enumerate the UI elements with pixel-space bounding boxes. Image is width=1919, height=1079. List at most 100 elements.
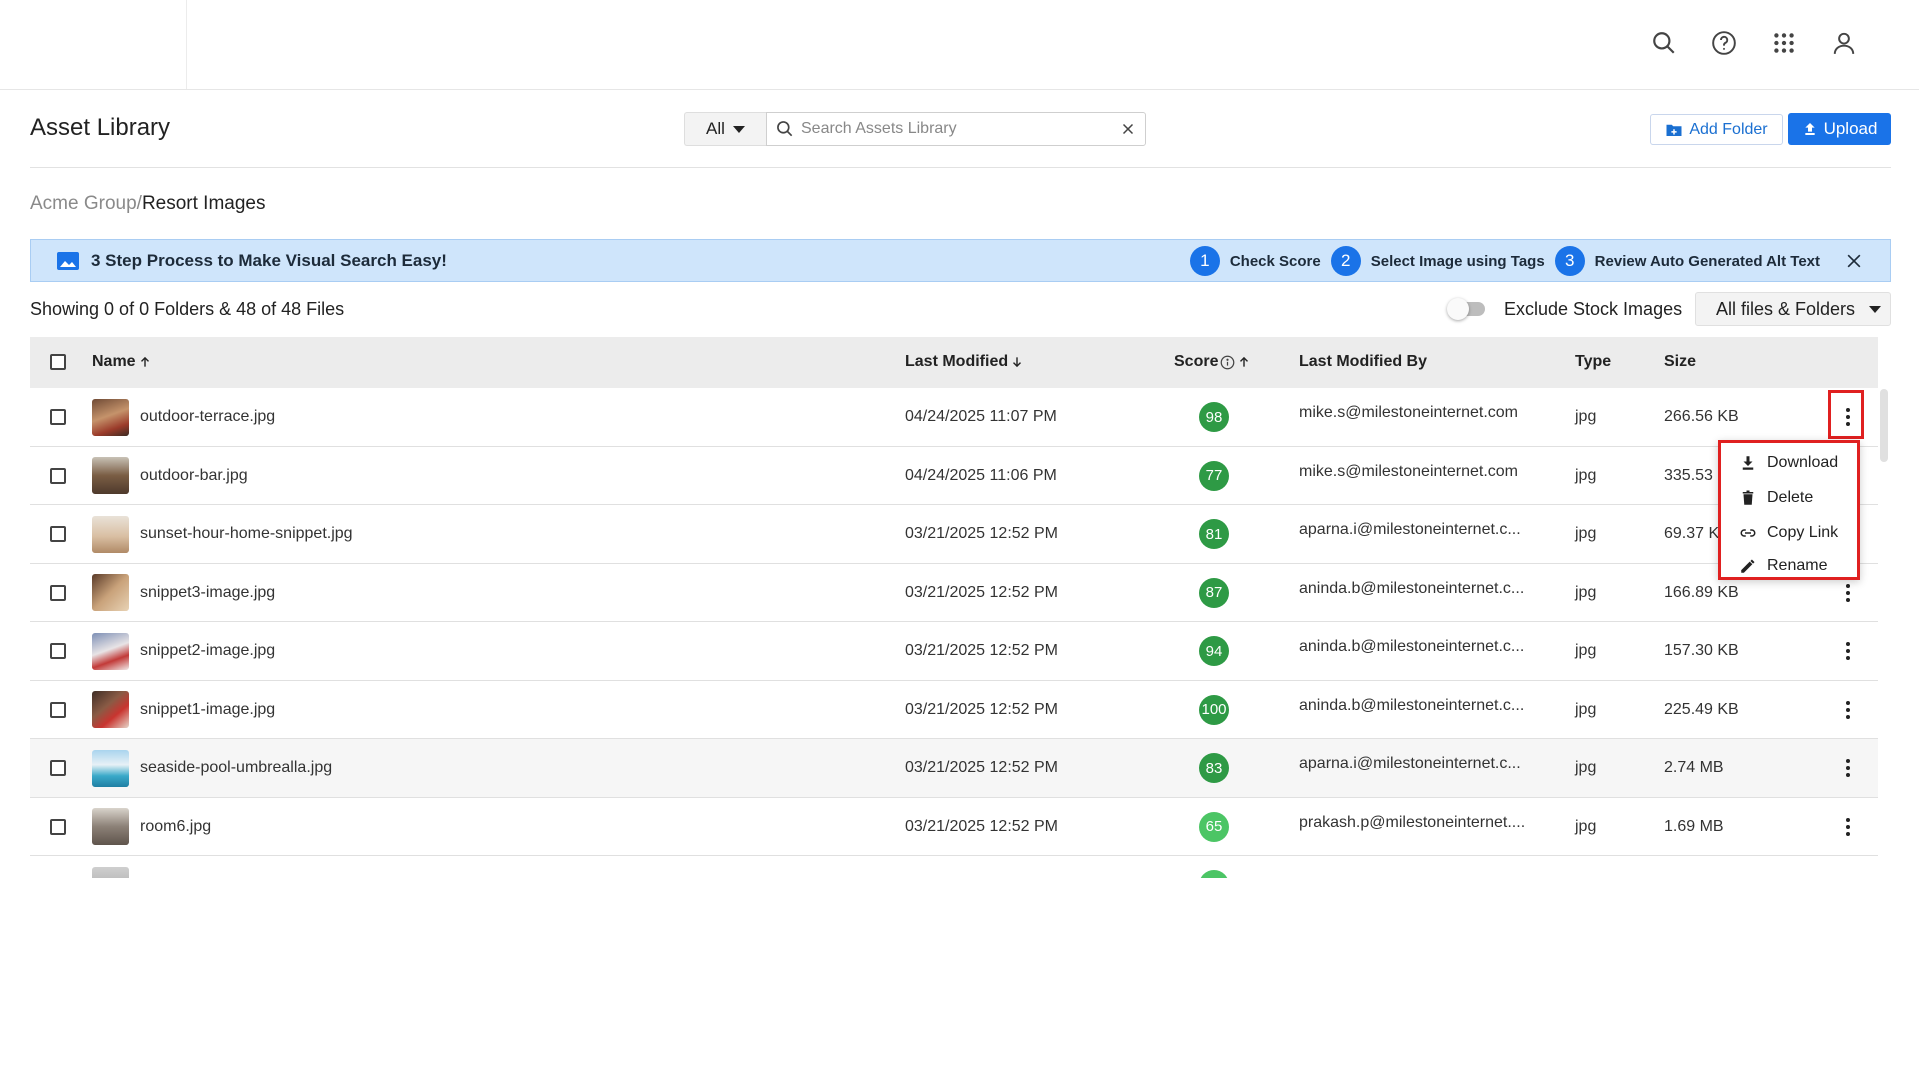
help-icon[interactable] [1709, 28, 1739, 58]
file-name[interactable]: room6.jpg [140, 798, 211, 856]
table-row[interactable]: outdoor-terrace.jpg 04/24/2025 11:07 PM … [30, 388, 1878, 447]
breadcrumb-current: Resort Images [141, 193, 266, 214]
table-header: Name Last Modified Score Last Modified B… [30, 337, 1878, 388]
user-icon[interactable] [1829, 28, 1859, 58]
row-checkbox[interactable] [50, 739, 66, 797]
menu-item-download[interactable]: Download [1721, 445, 1857, 480]
file-name[interactable]: snippet1-image.jpg [140, 681, 275, 739]
arrow-down-icon [1013, 357, 1022, 368]
table-row[interactable]: room6.jpg 03/21/2025 12:52 PM 65 prakash… [30, 798, 1878, 856]
row-context-menu: Download Delete Copy Link Rename [1718, 440, 1860, 580]
row-menu-icon[interactable] [1844, 739, 1852, 797]
step-1-label: Check Score [1229, 252, 1321, 270]
row-checkbox[interactable] [50, 681, 66, 739]
title-row: Asset Library All Add Folder Upload [30, 112, 1891, 168]
file-filter-value: All files & Folders [1716, 298, 1856, 319]
search-filter-select[interactable]: All [684, 112, 766, 146]
row-checkbox[interactable] [50, 447, 66, 505]
thumbnail[interactable] [92, 798, 129, 856]
table-row[interactable]: outdoor-bar.jpg 04/24/2025 11:06 PM 77 m… [30, 447, 1878, 505]
menu-item-label: Copy Link [1767, 523, 1839, 541]
exclude-stock-toggle[interactable] [1447, 298, 1485, 320]
file-name[interactable]: snippet2-image.jpg [140, 622, 275, 680]
menu-item-label: Delete [1767, 488, 1814, 506]
row-menu-icon[interactable] [1844, 622, 1852, 680]
file-size: 69.37 K [1664, 525, 1720, 542]
search-bar: All [684, 112, 1146, 146]
search-icon[interactable] [1649, 28, 1679, 58]
file-date: 03/21/2025 12:52 PM [905, 700, 1059, 718]
file-size: 2.74 MB [1664, 759, 1724, 776]
file-modified-by: mike.s@milestoneinternet.com [1299, 404, 1518, 421]
menu-item-label: Rename [1767, 556, 1828, 574]
step-2-label: Select Image using Tags [1370, 252, 1545, 270]
file-name[interactable]: snippet3-image.jpg [140, 564, 275, 622]
thumbnail[interactable] [92, 505, 129, 563]
menu-item-rename[interactable]: Rename [1721, 548, 1857, 583]
banner-steps: 1 Check Score 2 Select Image using Tags … [1189, 246, 1830, 276]
file-name[interactable]: outdoor-terrace.jpg [140, 388, 275, 446]
file-type: jpg [1575, 583, 1597, 601]
file-date: 03/21/2025 12:52 PM [905, 583, 1059, 601]
table-row[interactable]: seaside-pool-umbrealla.jpg 03/21/2025 12… [30, 739, 1878, 798]
thumbnail[interactable] [92, 388, 129, 446]
file-name[interactable]: sunset-hour-home-snippet.jpg [140, 505, 353, 563]
table-row[interactable]: snippet2-image.jpg 03/21/2025 12:52 PM 9… [30, 622, 1878, 681]
row-menu-highlight [1828, 390, 1864, 439]
menu-item-copy-link[interactable]: Copy Link [1721, 515, 1857, 550]
file-modified-by: prakash.p@milestoneinternet.... [1299, 813, 1526, 831]
row-menu-icon[interactable] [1844, 798, 1852, 856]
thumbnail[interactable] [92, 447, 129, 505]
thumbnail[interactable] [92, 681, 129, 739]
score-badge: 100 [1199, 681, 1229, 739]
search-box [766, 112, 1146, 146]
row-menu-icon[interactable] [1844, 681, 1852, 739]
header-type: Type [1575, 353, 1612, 370]
step-3-badge: 3 [1554, 246, 1585, 276]
arrow-up-icon [1240, 356, 1249, 367]
file-name[interactable]: outdoor-bar.jpg [140, 447, 248, 505]
add-folder-button[interactable]: Add Folder [1650, 114, 1783, 145]
file-type: jpg [1575, 817, 1597, 835]
table-scrollbar[interactable] [1878, 337, 1890, 462]
search-input[interactable] [801, 120, 1119, 138]
header-name-label: Name [92, 353, 136, 370]
score-badge [1199, 870, 1229, 878]
row-checkbox[interactable] [50, 564, 66, 622]
table-row[interactable]: snippet1-image.jpg 03/21/2025 12:52 PM 1… [30, 681, 1878, 739]
row-checkbox[interactable] [50, 505, 66, 563]
thumbnail[interactable] [92, 564, 129, 622]
arrow-up-icon [140, 356, 149, 367]
file-name[interactable]: seaside-pool-umbrealla.jpg [140, 739, 332, 797]
step-1-badge: 1 [1189, 246, 1220, 276]
clear-search-icon[interactable] [1119, 120, 1137, 138]
pencil-icon [1741, 558, 1755, 573]
menu-item-label: Download [1767, 453, 1839, 471]
header-name[interactable]: Name [92, 353, 152, 371]
menu-item-delete[interactable]: Delete [1721, 480, 1857, 515]
breadcrumb-root[interactable]: Acme Group/ [30, 193, 142, 214]
file-size: 225.49 KB [1664, 700, 1739, 718]
file-type: jpg [1575, 466, 1597, 484]
apps-grid-icon[interactable] [1769, 28, 1799, 58]
folder-plus-icon [1666, 124, 1682, 136]
thumbnail[interactable] [92, 739, 129, 797]
row-checkbox[interactable] [50, 622, 66, 680]
score-badge: 87 [1199, 564, 1229, 622]
header-last-modified[interactable]: Last Modified [905, 353, 1024, 371]
file-filter-select[interactable]: All files & Folders [1695, 292, 1891, 326]
step-3-label: Review Auto Generated Alt Text [1594, 252, 1820, 270]
row-checkbox[interactable] [50, 798, 66, 856]
close-banner-icon[interactable] [1844, 251, 1864, 271]
select-all-checkbox[interactable] [50, 354, 66, 370]
row-checkbox[interactable] [50, 388, 66, 446]
table-row[interactable]: snippet3-image.jpg 03/21/2025 12:52 PM 8… [30, 564, 1878, 622]
breadcrumb: Acme Group/Resort Images [30, 193, 265, 215]
thumbnail[interactable] [92, 622, 129, 680]
table-row[interactable]: sunset-hour-home-snippet.jpg 03/21/2025 … [30, 505, 1878, 564]
upload-button[interactable]: Upload [1788, 113, 1891, 145]
file-date: 04/24/2025 11:06 PM [905, 466, 1057, 484]
header-score[interactable]: Score [1174, 353, 1251, 371]
file-modified-by: aparna.i@milestoneinternet.c... [1299, 521, 1521, 538]
file-modified-by: aninda.b@milestoneinternet.c... [1299, 696, 1525, 714]
